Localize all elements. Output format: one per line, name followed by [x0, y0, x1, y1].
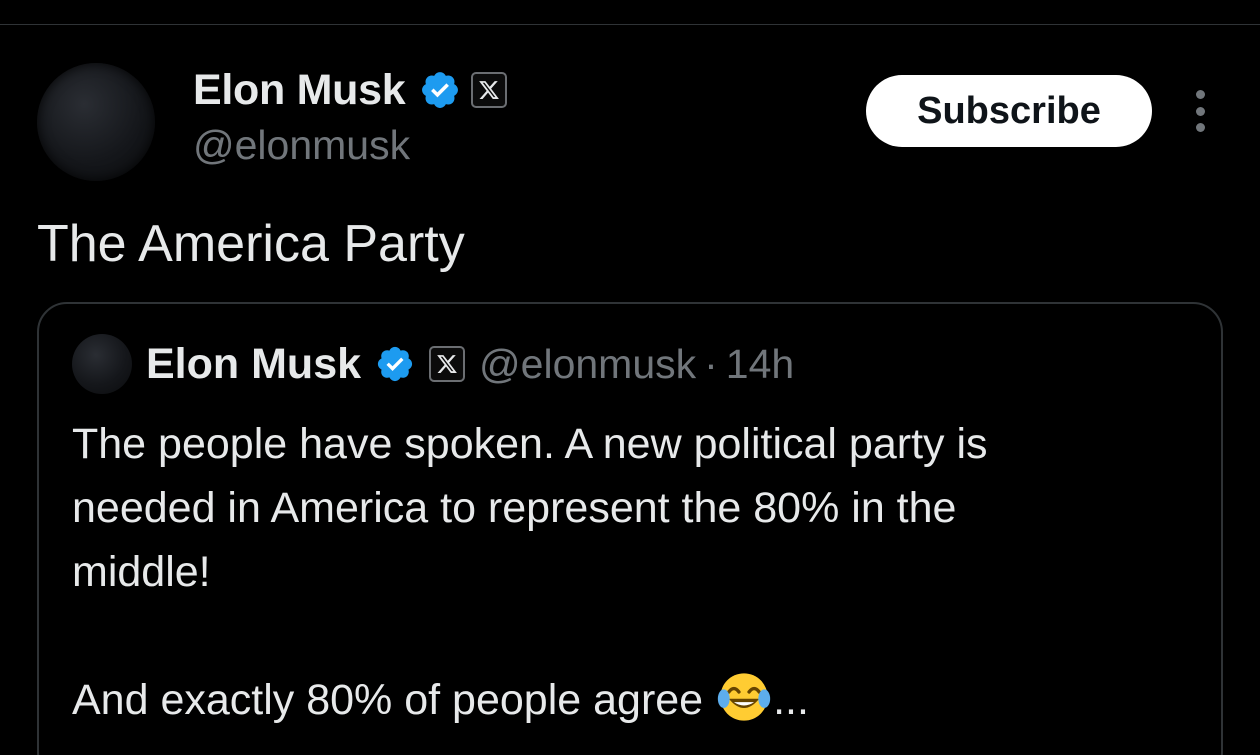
- x-logo-icon[interactable]: [429, 346, 466, 382]
- top-divider: [0, 24, 1260, 25]
- more-dot: [1195, 123, 1205, 132]
- post-text: The America Party: [37, 215, 465, 273]
- verified-badge-icon[interactable]: [375, 344, 415, 384]
- author-handle[interactable]: @elonmusk: [193, 122, 410, 169]
- author-name[interactable]: Elon Musk: [193, 66, 406, 115]
- quoted-text-line: needed in America to represent the 80% i…: [72, 484, 957, 532]
- quoted-author-name[interactable]: Elon Musk: [146, 340, 361, 389]
- quoted-post-text: The people have spoken. A new political …: [72, 412, 1192, 732]
- quoted-text-before-emoji: And exactly 80% of people agree: [72, 676, 716, 724]
- verified-badge-icon[interactable]: [419, 69, 461, 111]
- more-dot: [1195, 90, 1205, 99]
- separator-dot: ·: [704, 340, 718, 387]
- quoted-text-line: The people have spoken. A new political …: [72, 420, 988, 468]
- quoted-author-handle[interactable]: @elonmusk: [479, 341, 696, 388]
- x-logo-icon[interactable]: [471, 72, 508, 108]
- quoted-text-last-line: And exactly 80% of people agree ...: [72, 668, 1192, 732]
- quoted-post-timestamp[interactable]: 14h: [726, 341, 794, 388]
- quoted-text-after-emoji: ...: [773, 676, 809, 724]
- quoted-post-header: Elon Musk @elonmusk · 14h: [146, 337, 794, 391]
- more-dot: [1195, 106, 1205, 116]
- more-vertical-icon[interactable]: [1188, 90, 1212, 132]
- face-with-tears-of-joy-emoji: [717, 673, 771, 721]
- author-avatar[interactable]: [37, 63, 155, 181]
- quoted-text-line: middle!: [72, 548, 211, 596]
- author-name-row: Elon Musk: [193, 64, 508, 116]
- quoted-author-avatar[interactable]: [72, 334, 132, 394]
- subscribe-button[interactable]: Subscribe: [866, 75, 1152, 147]
